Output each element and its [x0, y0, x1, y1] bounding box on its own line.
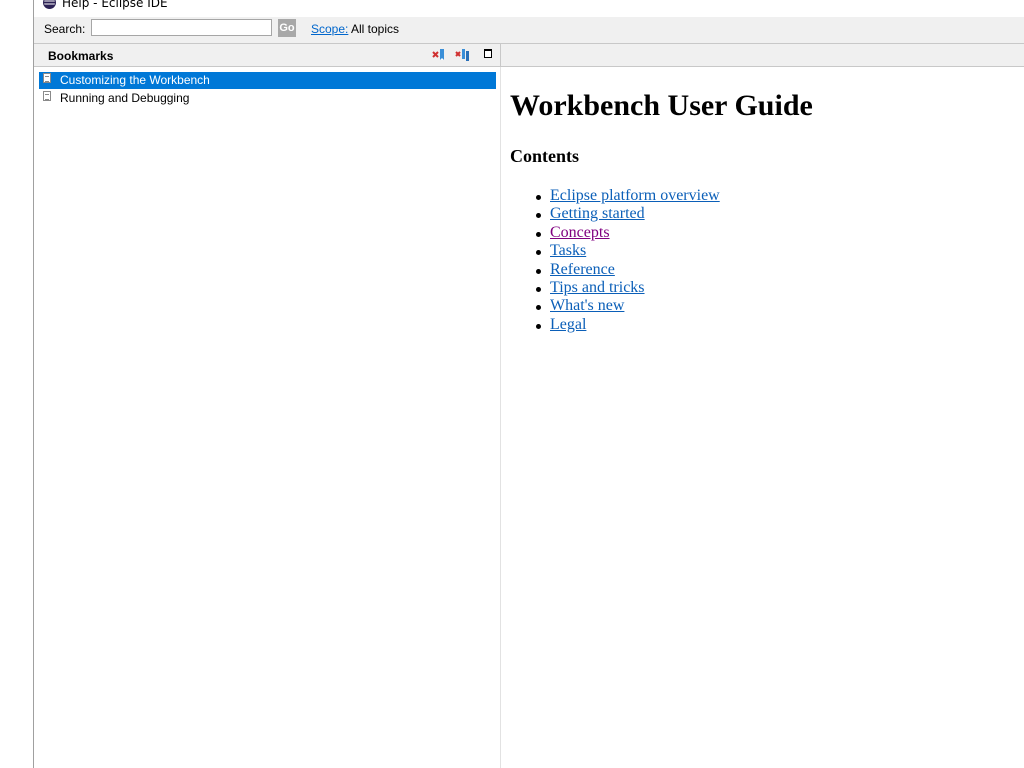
maximize-icon[interactable]	[482, 48, 498, 62]
bookmark-label: Running and Debugging	[60, 91, 190, 105]
search-bar: Search: Go Scope: All topics	[34, 17, 1024, 44]
list-item: Tasks	[536, 242, 720, 260]
bookmark-item[interactable]: Customizing the Workbench	[39, 72, 496, 89]
toc-link-reference[interactable]: Reference	[550, 261, 615, 278]
window-title: Help - Eclipse IDE	[62, 0, 168, 10]
toc-link-tips[interactable]: Tips and tricks	[550, 279, 645, 296]
toc-link-tasks[interactable]: Tasks	[550, 242, 586, 259]
title-bar: Help - Eclipse IDE	[34, 0, 1024, 12]
scope-link[interactable]: Scope:	[311, 22, 348, 36]
list-item: Tips and tricks	[536, 279, 720, 297]
list-item: Legal	[536, 316, 720, 334]
eclipse-icon	[43, 0, 56, 9]
toc-link-legal[interactable]: Legal	[550, 316, 586, 333]
help-window: Help - Eclipse IDE Search: Go Scope: All…	[34, 0, 1024, 768]
bookmarks-title: Bookmarks	[48, 49, 114, 63]
document-icon	[43, 73, 51, 83]
search-input[interactable]	[91, 19, 272, 36]
bookmark-item[interactable]: Running and Debugging	[39, 90, 496, 107]
document-icon	[43, 91, 51, 101]
list-item: Getting started	[536, 205, 720, 223]
delete-bookmark-icon[interactable]	[431, 48, 447, 62]
list-item: Reference	[536, 261, 720, 279]
go-button[interactable]: Go	[278, 19, 296, 37]
list-item: Eclipse platform overview	[536, 187, 720, 205]
bookmark-label: Customizing the Workbench	[60, 73, 210, 87]
bookmarks-header: Bookmarks	[34, 44, 501, 67]
delete-all-bookmarks-icon[interactable]	[455, 48, 471, 62]
list-item: Concepts	[536, 224, 720, 242]
scope-value: All topics	[351, 22, 400, 36]
content-header	[501, 44, 1024, 67]
list-item: What's new	[536, 297, 720, 315]
desktop-strip	[0, 0, 34, 768]
toc-link-overview[interactable]: Eclipse platform overview	[550, 187, 720, 204]
bookmarks-list: Customizing the Workbench Running and De…	[34, 67, 501, 768]
toc-link-getting-started[interactable]: Getting started	[550, 205, 645, 222]
contents-list: Eclipse platform overview Getting starte…	[536, 187, 720, 334]
toc-link-concepts[interactable]: Concepts	[550, 224, 610, 241]
contents-heading: Contents	[510, 146, 580, 166]
page-title: Workbench User Guide	[510, 89, 813, 122]
search-label: Search:	[44, 22, 86, 36]
help-content: Workbench User Guide Contents Eclipse pl…	[510, 67, 1024, 768]
toc-link-whats-new[interactable]: What's new	[550, 297, 624, 314]
